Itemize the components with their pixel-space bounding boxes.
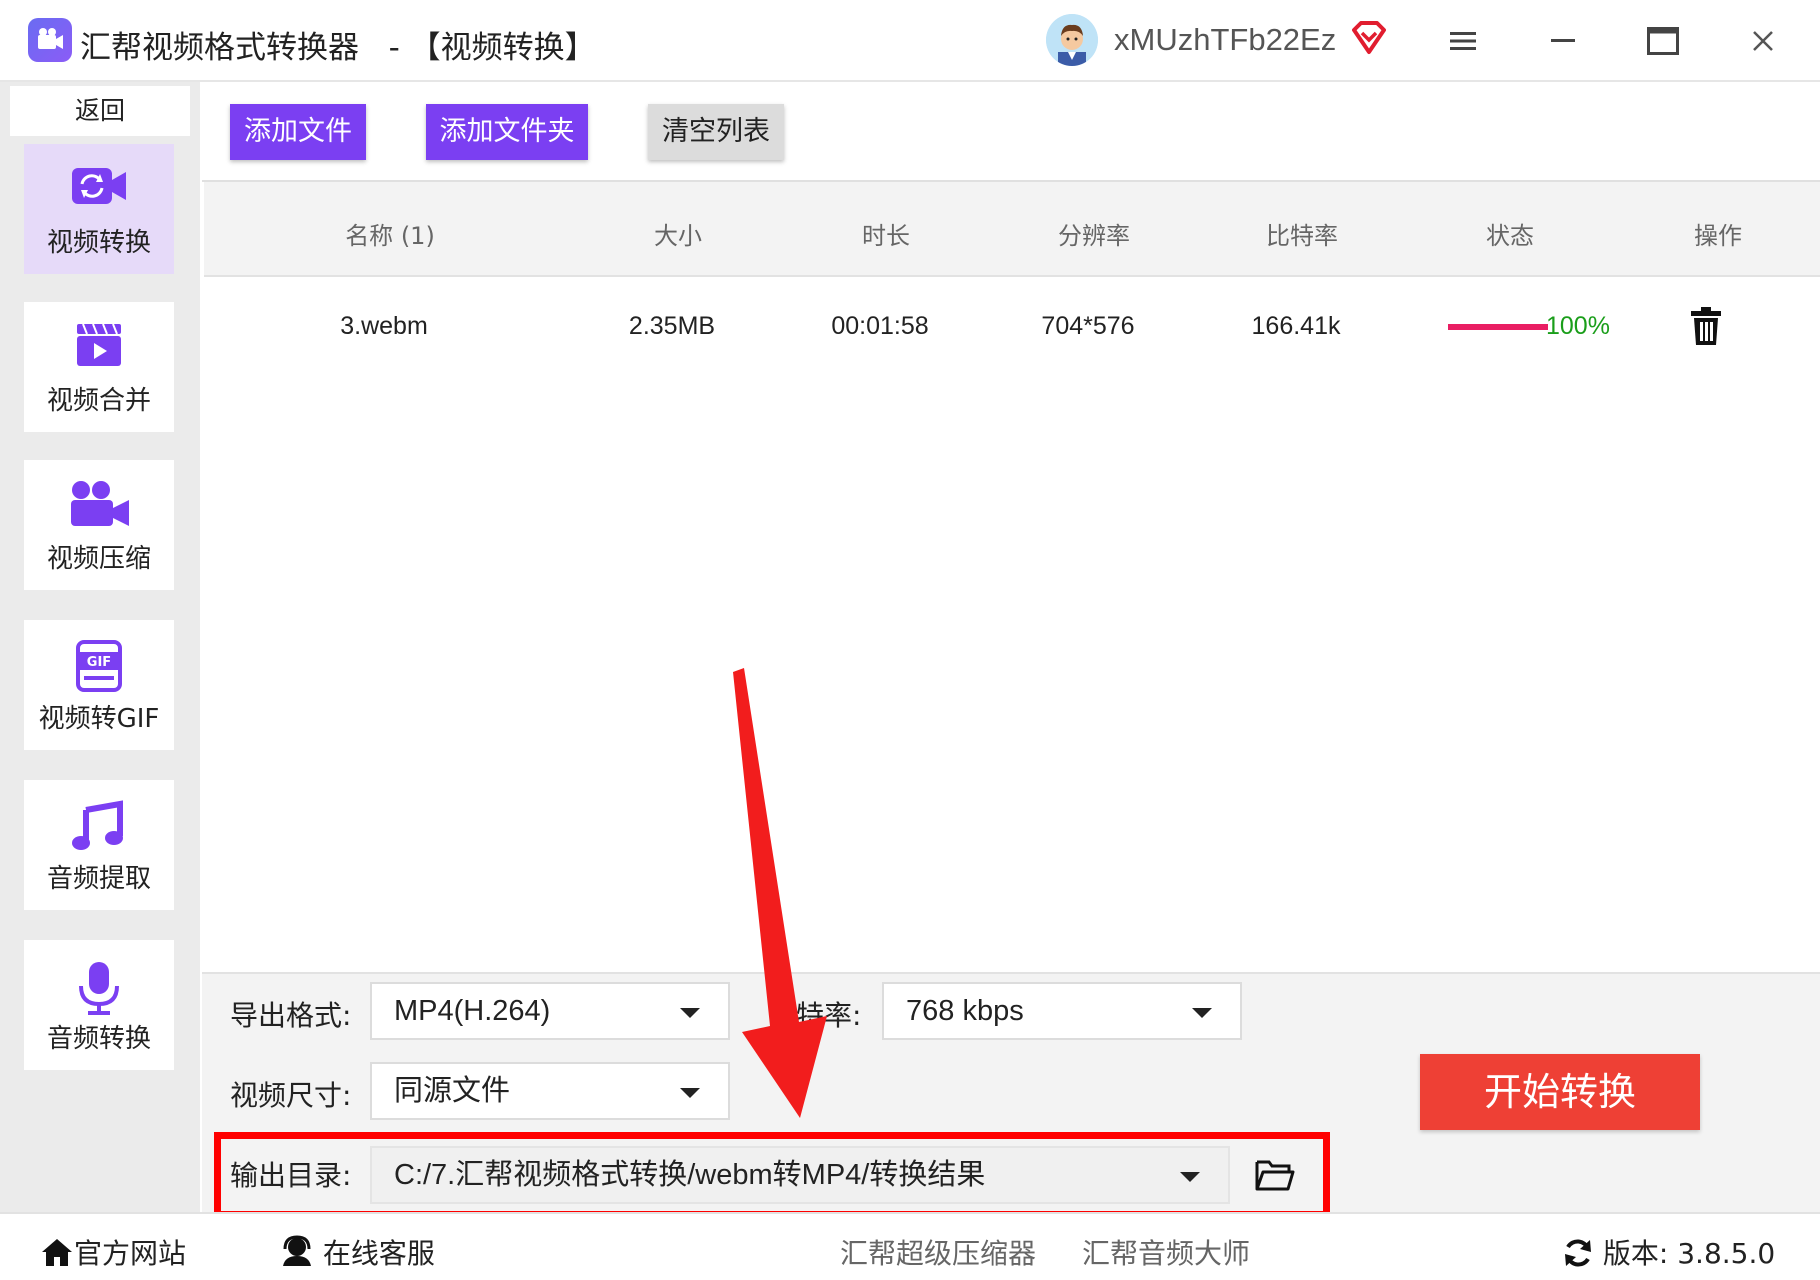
gif-icon: GIF	[74, 640, 124, 696]
trash-icon[interactable]	[1690, 306, 1722, 346]
sidebar-item-video-gif[interactable]: GIF 视频转GIF	[24, 620, 174, 750]
column-header-name[interactable]: 名称 (1)	[345, 216, 435, 251]
file-table: 名称 (1) 大小 时长 分辨率 比特率 状态 操作 3.webm 2.35MB…	[202, 180, 1820, 970]
app-logo-icon	[28, 18, 72, 62]
version-info[interactable]: 版本: 3.8.5.0	[1562, 1232, 1775, 1272]
clear-list-button[interactable]: 清空列表	[648, 104, 784, 160]
sidebar-item-label: 音频转换	[46, 1024, 151, 1054]
username[interactable]: xMUzhTFb22Ez	[1114, 22, 1336, 58]
file-resolution: 704*576	[1041, 312, 1135, 340]
svg-text:GIF: GIF	[87, 655, 111, 670]
add-file-button[interactable]: 添加文件	[230, 104, 366, 160]
refresh-icon	[1565, 1239, 1591, 1267]
column-header-action: 操作	[1694, 222, 1742, 250]
video-size-select[interactable]: 同源文件	[370, 1062, 730, 1120]
column-header-resolution: 分辨率	[1058, 222, 1130, 250]
sidebar-item-audio-convert[interactable]: 音频转换	[24, 940, 174, 1070]
official-website-link[interactable]: 官方网站	[40, 1232, 186, 1272]
audio-master-link[interactable]: 汇帮音频大师	[1082, 1232, 1250, 1272]
bitrate-select[interactable]: 768 kbps	[882, 982, 1242, 1040]
close-icon[interactable]	[1740, 18, 1786, 64]
maximize-icon[interactable]	[1640, 18, 1686, 64]
support-agent-icon	[283, 1235, 311, 1266]
vip-diamond-icon[interactable]	[1350, 20, 1388, 56]
sidebar-item-label: 视频转换	[46, 228, 151, 258]
video-merge-icon	[75, 322, 123, 372]
highlight-box	[214, 1132, 1330, 1218]
bitrate-label: 特率:	[796, 999, 862, 1032]
footer: 官方网站 在线客服 汇帮超级压缩器 汇帮音频大师 版本: 3.8.5.0	[0, 1212, 1820, 1280]
file-name: 3.webm	[340, 312, 428, 340]
video-compress-icon	[67, 480, 131, 534]
menu-icon[interactable]	[1440, 18, 1486, 64]
window-title: 汇帮视频格式转换器 - 【视频转换】	[80, 30, 596, 66]
file-size: 2.35MB	[628, 312, 716, 340]
format-select[interactable]: MP4(H.264)	[370, 982, 730, 1040]
back-button[interactable]: 返回	[10, 86, 190, 136]
sidebar-item-label: 视频压缩	[46, 544, 151, 574]
sidebar-item-video-merge[interactable]: 视频合并	[24, 302, 174, 432]
start-convert-button[interactable]: 开始转换	[1420, 1054, 1700, 1130]
add-folder-button[interactable]: 添加文件夹	[426, 104, 588, 160]
video-convert-icon	[70, 164, 128, 212]
chevron-down-icon	[1192, 1008, 1212, 1018]
sidebar-item-video-compress[interactable]: 视频压缩	[24, 460, 174, 590]
file-bitrate: 166.41k	[1251, 312, 1341, 340]
sidebar: 返回 视频转换 视频合并 视频压缩 GIF 视频转GIF 音频提取 音频转换	[0, 82, 200, 1212]
column-header-bitrate: 比特率	[1266, 222, 1338, 250]
microphone-icon	[76, 960, 122, 1020]
progress-text: 100%	[1546, 312, 1610, 340]
video-size-label: 视频尺寸:	[230, 1079, 352, 1112]
chevron-down-icon	[680, 1008, 700, 1018]
avatar[interactable]	[1046, 14, 1098, 66]
home-icon	[42, 1239, 72, 1266]
sidebar-item-audio-extract[interactable]: 音频提取	[24, 780, 174, 910]
sidebar-item-label: 音频提取	[46, 864, 151, 894]
progress-bar	[1448, 324, 1548, 330]
music-note-icon	[72, 800, 126, 856]
sidebar-item-label: 视频合并	[46, 386, 151, 416]
sidebar-item-video-convert[interactable]: 视频转换	[24, 144, 174, 274]
column-header-size: 大小	[654, 222, 702, 250]
column-header-duration: 时长	[862, 222, 910, 250]
compressor-link[interactable]: 汇帮超级压缩器	[840, 1232, 1036, 1272]
format-label: 导出格式:	[230, 999, 352, 1032]
title-bar: 汇帮视频格式转换器 - 【视频转换】 xMUzhTFb22Ez	[0, 0, 1820, 82]
column-header-status: 状态	[1486, 222, 1534, 250]
online-support-link[interactable]: 在线客服	[280, 1232, 435, 1272]
file-duration: 00:01:58	[831, 312, 929, 340]
minimize-icon[interactable]	[1540, 18, 1586, 64]
table-header: 名称 (1) 大小 时长 分辨率 比特率 状态 操作	[204, 182, 1820, 277]
sidebar-item-label: 视频转GIF	[38, 704, 160, 734]
chevron-down-icon	[680, 1088, 700, 1098]
